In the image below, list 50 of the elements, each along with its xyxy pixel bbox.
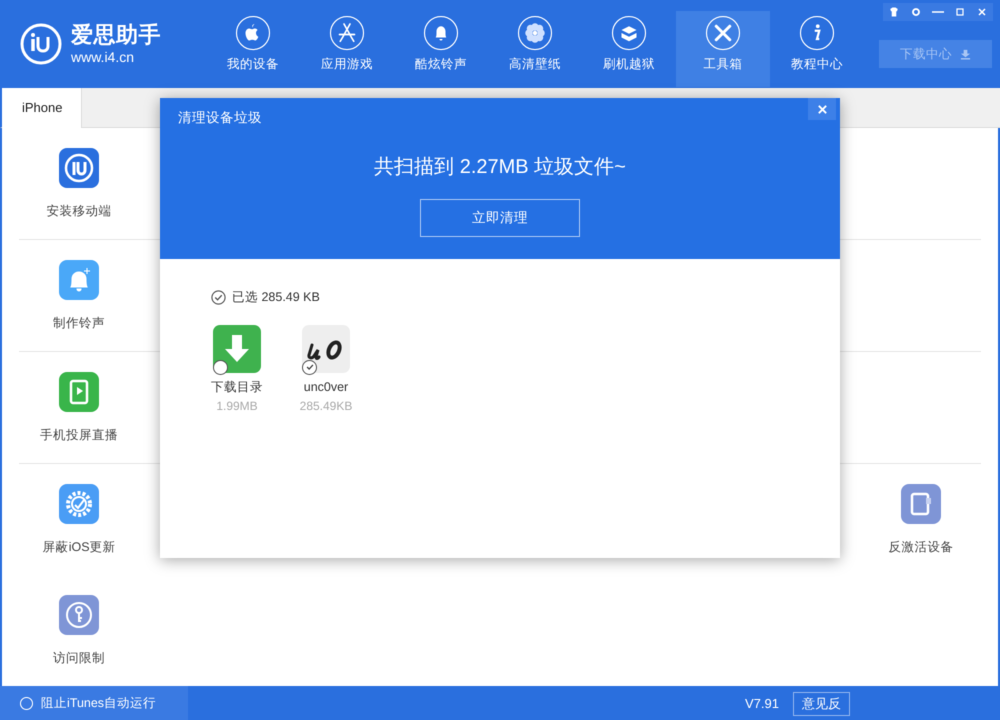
nav-tab[interactable]: 工具箱 [676, 11, 770, 87]
flower-icon [517, 15, 553, 51]
bell-icon [423, 15, 459, 51]
app-logo-icon[interactable] [302, 324, 350, 373]
checkmark-icon [304, 362, 314, 372]
box-icon [611, 15, 647, 51]
feedback-button[interactable]: 意见反 [793, 692, 850, 716]
tool-button[interactable] [59, 484, 100, 524]
dialog-close-button[interactable] [808, 98, 836, 120]
tool-label[interactable]: 屏蔽iOS更新 [42, 538, 116, 557]
maximize-icon [954, 6, 966, 18]
tool-label[interactable]: 手机投屏直播 [40, 426, 118, 445]
itunes-autorun-option[interactable]: 阻止iTunes自动运行 [0, 686, 188, 720]
file-size: 1.99MB [216, 398, 258, 414]
nav-tab[interactable]: 应用游戏 [300, 11, 394, 87]
close-icon [816, 104, 828, 114]
tool-button[interactable] [900, 484, 941, 524]
app-store-icon [329, 15, 365, 51]
nav-tab[interactable]: 刷机越狱 [582, 11, 676, 87]
nav-tab[interactable]: 酷炫铃声 [394, 11, 488, 87]
settings-icon [910, 6, 922, 18]
apple-icon [235, 15, 271, 51]
logo-icon [19, 22, 63, 66]
dialog-title: 清理设备垃圾 [178, 109, 262, 127]
tool-label[interactable]: 安装移动端 [46, 202, 112, 221]
download-icon [960, 48, 971, 60]
info-icon [799, 15, 835, 51]
tool-button[interactable] [59, 260, 100, 300]
file-size: 285.49KB [300, 398, 352, 414]
device-tab[interactable]: iPhone [2, 88, 82, 128]
app-name: 爱思助手 [71, 24, 162, 46]
nav-tab[interactable]: 高清壁纸 [488, 11, 582, 87]
tool-label[interactable]: 反激活设备 [888, 538, 954, 557]
file-name: 下载目录 [211, 378, 263, 396]
tool-label[interactable]: 访问限制 [53, 649, 106, 668]
tool-button[interactable] [59, 595, 100, 635]
clean-now-button[interactable]: 立即清理 [420, 199, 580, 237]
nav-tab[interactable]: 我的设备 [206, 11, 300, 87]
tool-label[interactable]: 制作铃声 [53, 314, 106, 333]
scan-result-heading: 共扫描到 2.27MB 垃圾文件~ [374, 155, 626, 180]
shirt-icon [888, 6, 900, 18]
tool-button[interactable] [59, 148, 100, 188]
version-label: V7.91 [745, 694, 779, 713]
app-url: www.i4.cn [71, 50, 136, 64]
nav-tab[interactable]: 教程中心 [770, 11, 864, 87]
tool-button[interactable] [59, 372, 100, 412]
close-icon [976, 6, 988, 18]
selected-size-label: 已选 285.49 KB [232, 289, 320, 306]
file-name: unc0ver [304, 378, 348, 396]
check-circle-icon [211, 290, 226, 305]
